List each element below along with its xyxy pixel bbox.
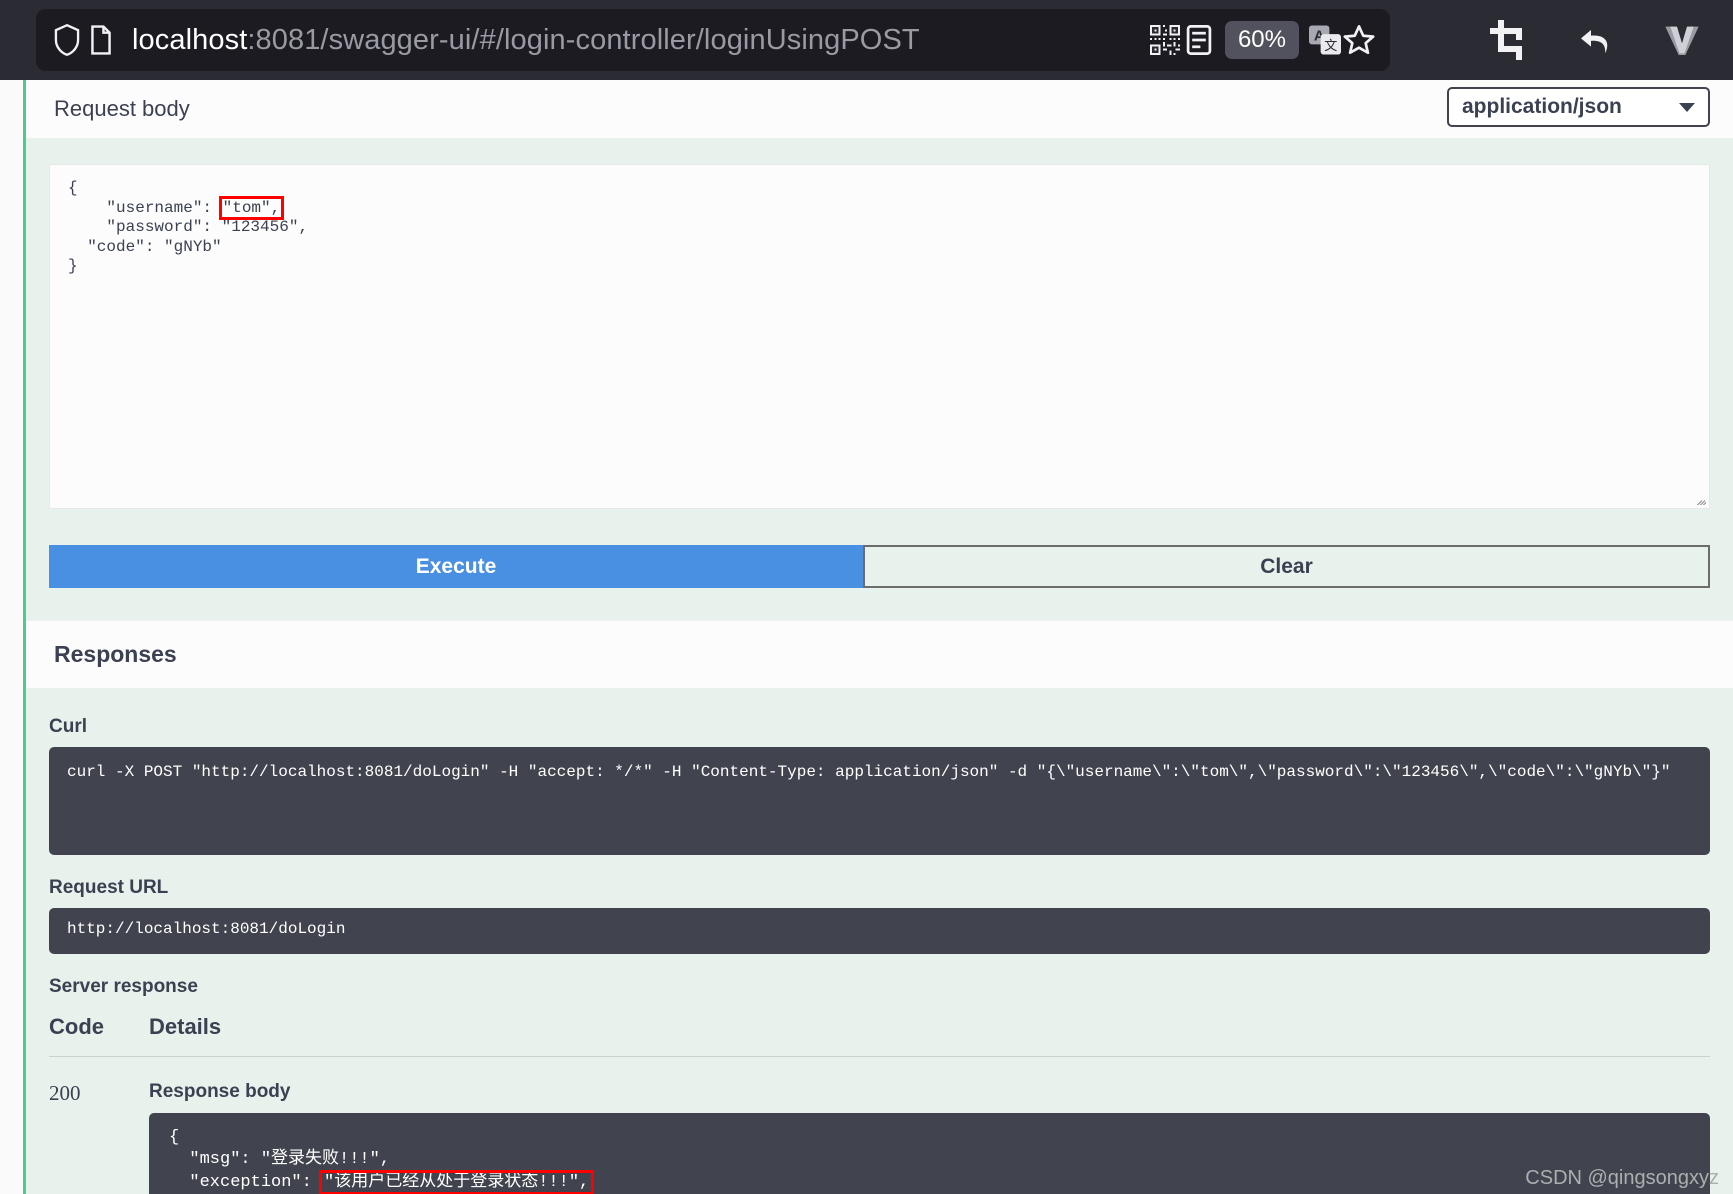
json-line-3: "password": "123456", (68, 218, 309, 237)
response-details: Response body { "msg": "登录失败!!!", "excep… (149, 1081, 1710, 1194)
table-row: 200 Response body { "msg": "登录失败!!!", "e… (49, 1057, 1710, 1194)
response-body-block[interactable]: { "msg": "登录失败!!!", "exception": "该用户已经从… (149, 1113, 1710, 1194)
request-body-title: Request body (54, 96, 190, 121)
json-line-4: "code": "gNYb" (68, 237, 222, 256)
curl-command-block[interactable]: curl -X POST "http://localhost:8081/doLo… (49, 747, 1710, 855)
column-header-code: Code (49, 1014, 104, 1039)
server-response-label: Server response (49, 976, 198, 997)
exception-value-highlight: "该用户已经从处于登录状态!!!", (319, 1169, 595, 1194)
watermark: CSDN @qingsongxyz (1525, 1167, 1719, 1189)
operation-block: Request body application/json { "usernam… (23, 80, 1733, 1194)
translate-icon[interactable]: A 文 (1308, 23, 1342, 57)
content-type-select[interactable]: application/json (1447, 87, 1710, 127)
request-url-label: Request URL (49, 877, 169, 898)
request-body-header: Request body application/json (26, 80, 1733, 138)
username-value-highlight: "tom", (218, 195, 285, 220)
json-line-1: { (68, 179, 78, 197)
browser-toolbar: localhost:8081/swagger-ui/#/login-contro… (0, 0, 1733, 80)
content-type-value: application/json (1462, 95, 1622, 118)
response-table: Code Details 200 Response body { "msg": … (49, 1014, 1710, 1194)
responses-body: Curl curl -X POST "http://localhost:8081… (26, 688, 1733, 1194)
url-text[interactable]: localhost:8081/swagger-ui/#/login-contro… (132, 24, 1148, 57)
responses-header: Responses (26, 620, 1733, 688)
qr-code-icon[interactable] (1148, 23, 1182, 57)
curl-label: Curl (49, 716, 87, 737)
undo-arrow-icon[interactable] (1575, 19, 1617, 61)
resp-line-1: { (169, 1128, 180, 1147)
resp-line-3-key: "exception": (169, 1172, 323, 1192)
address-bar[interactable]: localhost:8081/swagger-ui/#/login-contro… (36, 9, 1390, 71)
json-line-2-key: "username": (68, 198, 222, 217)
response-table-header: Code Details (49, 1014, 1710, 1057)
swagger-page: Request body application/json { "usernam… (0, 80, 1733, 1194)
reader-view-icon[interactable] (1182, 23, 1216, 57)
request-body-area: { "username": "tom", "password": "123456… (26, 138, 1733, 620)
responses-title: Responses (54, 641, 177, 667)
url-host: localhost (132, 23, 248, 56)
window-tools (1390, 19, 1733, 61)
url-path: :8081/swagger-ui/#/login-controller/logi… (247, 23, 920, 56)
clear-button[interactable]: Clear (863, 545, 1710, 588)
response-body-label: Response body (149, 1081, 291, 1102)
svg-text:文: 文 (1324, 38, 1337, 53)
column-header-details: Details (149, 1014, 222, 1039)
response-code-value: 200 (49, 1081, 81, 1105)
v-logo-icon[interactable] (1661, 19, 1703, 61)
document-icon[interactable] (84, 23, 118, 57)
request-url-block[interactable]: http://localhost:8081/doLogin (49, 908, 1710, 954)
request-body-code: { "username": "tom", "password": "123456… (68, 179, 1691, 277)
resp-line-2: "msg": "登录失败!!!", (169, 1150, 391, 1170)
shield-icon[interactable] (50, 23, 84, 57)
execute-button[interactable]: Execute (49, 545, 863, 588)
request-body-editor[interactable]: { "username": "tom", "password": "123456… (49, 164, 1710, 509)
json-line-5: } (68, 257, 78, 276)
chevron-down-icon (1679, 102, 1695, 112)
crop-icon[interactable] (1489, 19, 1531, 61)
star-icon[interactable] (1342, 23, 1376, 57)
resize-handle-icon[interactable] (1682, 481, 1706, 505)
zoom-level-badge[interactable]: 60% (1224, 21, 1299, 59)
action-buttons: Execute Clear (49, 545, 1710, 588)
